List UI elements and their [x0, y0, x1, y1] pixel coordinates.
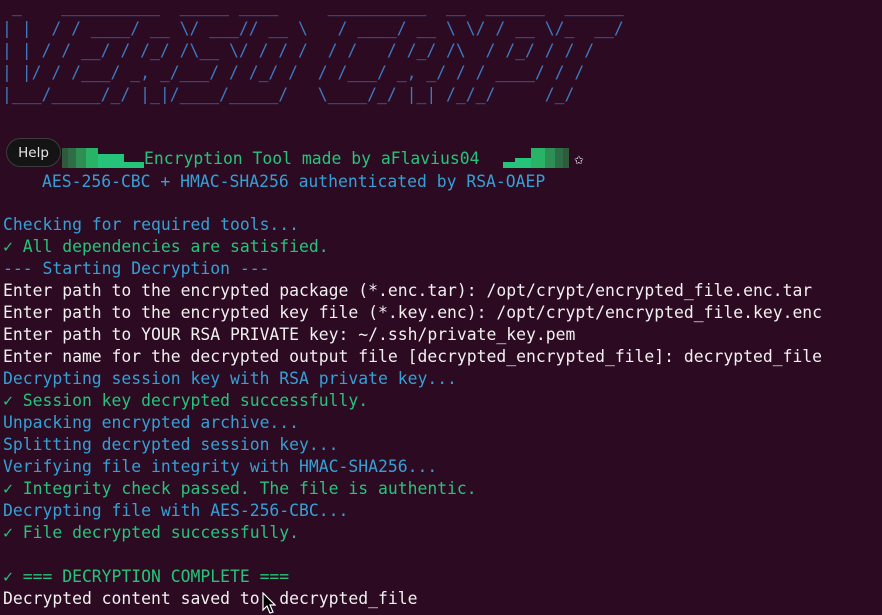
terminal-line: ✓ Integrity check passed. The file is au… [3, 479, 477, 498]
terminal-line: ✓ All dependencies are satisfied. [3, 237, 329, 256]
mouse-cursor-icon [262, 592, 276, 614]
decorative-gradient-bar-right [503, 148, 569, 168]
terminal-line: Unpacking encrypted archive... [3, 413, 300, 432]
terminal-line: ✓ Session key decrypted successfully. [3, 391, 369, 410]
terminal-line: Enter path to YOUR RSA PRIVATE key: ~/.s… [3, 325, 576, 344]
help-button[interactable]: Help [6, 138, 61, 167]
terminal-line: Splitting decrypted session key... [3, 435, 339, 454]
terminal-line: Decrypted content saved to: decrypted_fi… [3, 589, 418, 608]
tool-subtitle: AES-256-CBC + HMAC-SHA256 authenticated … [42, 172, 546, 191]
terminal-line: Enter name for the decrypted output file… [3, 347, 823, 366]
terminal-line: Checking for required tools... [3, 215, 300, 234]
terminal-output: Checking for required tools... ✓ All depe… [3, 214, 822, 610]
terminal-line: ✓ === DECRYPTION COMPLETE === [3, 567, 290, 586]
terminal-line: Decrypting session key with RSA private … [3, 369, 457, 388]
terminal-line: Enter path to the encrypted package (*.e… [3, 281, 813, 300]
ascii-banner-logo: _ __________ _____ ____ __________ __ __… [2, 0, 624, 104]
terminal-line: Verifying file integrity with HMAC-SHA25… [3, 457, 438, 476]
terminal-line: --- Starting Decryption --- [3, 259, 270, 278]
terminal-line: Enter path to the encrypted key file (*.… [3, 303, 823, 322]
terminal-window[interactable]: _ __________ _____ ____ __________ __ __… [0, 0, 882, 615]
terminal-line: ✓ File decrypted successfully. [3, 523, 300, 542]
star-icon: ✩ [574, 149, 584, 168]
tool-tagline: Encryption Tool made by aFlavius04 [144, 149, 480, 168]
terminal-line: Decrypting file with AES-256-CBC... [3, 501, 349, 520]
decorative-gradient-bar-left [62, 148, 144, 168]
